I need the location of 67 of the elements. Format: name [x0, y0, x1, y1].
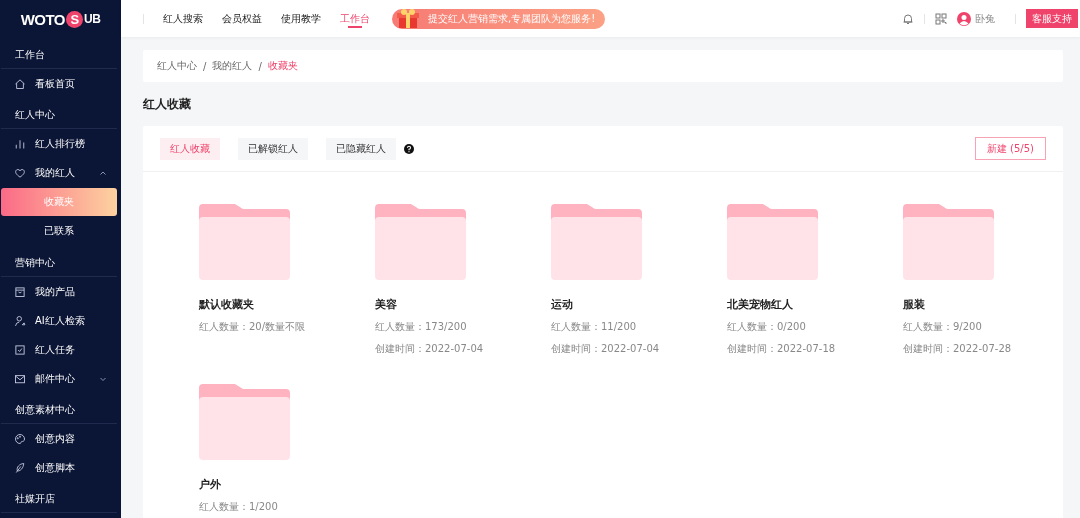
support-button[interactable]: 客服支持: [1026, 9, 1078, 28]
feather-icon: [14, 461, 26, 474]
folder-icon[interactable]: [199, 384, 290, 460]
qr-code-icon[interactable]: [935, 12, 947, 25]
sidebar-item[interactable]: 我的红人: [0, 158, 121, 187]
folder-count: 红人数量：173/200: [375, 320, 468, 334]
section-title: 工作台: [1, 44, 117, 69]
avatar-icon[interactable]: [957, 11, 971, 26]
sidebar-subitem[interactable]: 已联系: [1, 217, 117, 245]
nav-tab[interactable]: 使用教学: [281, 0, 321, 37]
folder-icon[interactable]: [727, 204, 818, 280]
breadcrumb-separator: /: [258, 60, 262, 72]
breadcrumb-item[interactable]: 红人中心: [157, 59, 197, 73]
user-name[interactable]: 卧兔: [975, 11, 995, 26]
page-title: 红人收藏: [143, 96, 192, 113]
folder-icon[interactable]: [375, 204, 466, 280]
section-title: 创意素材中心: [1, 399, 117, 424]
section-title: 社媒开店: [1, 488, 117, 513]
home-icon: [14, 77, 26, 90]
sidebar-item[interactable]: 创意内容: [0, 424, 121, 453]
mail-icon: [14, 372, 26, 385]
nav-tab[interactable]: 会员权益: [222, 0, 262, 37]
folder-count: 红人数量：20/数量不限: [199, 320, 307, 334]
folder-icon[interactable]: [551, 204, 642, 280]
new-folder-button[interactable]: 新建 (5/5): [974, 137, 1046, 160]
tab[interactable]: 已隐藏红人: [326, 137, 396, 160]
folder-name[interactable]: 北美宠物红人: [727, 298, 903, 312]
sidebar-item[interactable]: 我的产品: [0, 277, 121, 306]
breadcrumb-item: 收藏夹: [267, 59, 298, 73]
sidebar-item[interactable]: 邮件中心: [0, 364, 121, 393]
section-title: 营销中心: [1, 252, 117, 277]
logo: WOTO S UB: [19, 9, 102, 30]
help-icon[interactable]: [404, 143, 414, 154]
person-search-icon: [14, 314, 26, 327]
sidebar-item[interactable]: 红人排行榜: [0, 129, 121, 158]
folder-date: 创建时间：2022-07-18: [727, 342, 837, 356]
nav-tab[interactable]: 工作台: [340, 0, 370, 37]
folder-count: 红人数量：11/200: [551, 320, 638, 334]
heart-icon: [14, 166, 26, 179]
section-title: 红人中心: [1, 104, 117, 129]
folder-name[interactable]: 默认收藏夹: [199, 298, 375, 312]
sidebar-item[interactable]: 创意脚本: [0, 453, 121, 482]
nav-tab[interactable]: 红人搜索: [163, 0, 203, 37]
bell-icon[interactable]: [902, 12, 914, 25]
sidebar-item[interactable]: 看板首页: [0, 69, 121, 98]
bar-chart-icon: [14, 137, 26, 150]
folder-name[interactable]: 美容: [375, 298, 551, 312]
breadcrumb-separator: /: [203, 60, 207, 72]
breadcrumb-item[interactable]: 我的红人: [212, 59, 253, 73]
folder-name[interactable]: 户外: [199, 478, 375, 492]
folder-count: 红人数量：1/200: [199, 500, 279, 514]
sidebar-item[interactable]: 红人任务: [0, 335, 121, 364]
folder-name[interactable]: 服装: [903, 298, 1079, 312]
folder-date: 创建时间：2022-07-04: [375, 342, 485, 356]
folder-icon[interactable]: [903, 204, 994, 280]
gift-icon: [396, 8, 422, 29]
folder-date: 创建时间：2022-07-04: [551, 342, 661, 356]
bag-icon: [14, 285, 26, 298]
folder-date: 创建时间：2022-07-28: [903, 342, 1013, 356]
folder-name[interactable]: 运动: [551, 298, 727, 312]
folder-count: 红人数量：9/200: [903, 320, 983, 334]
folder-icon[interactable]: [199, 204, 290, 280]
checkbox-icon: [14, 343, 26, 356]
sidebar-item[interactable]: AI红人检索: [0, 306, 121, 335]
folder-count: 红人数量：0/200: [727, 320, 807, 334]
tab[interactable]: 已解锁红人: [238, 137, 308, 160]
palette-icon: [14, 432, 26, 445]
